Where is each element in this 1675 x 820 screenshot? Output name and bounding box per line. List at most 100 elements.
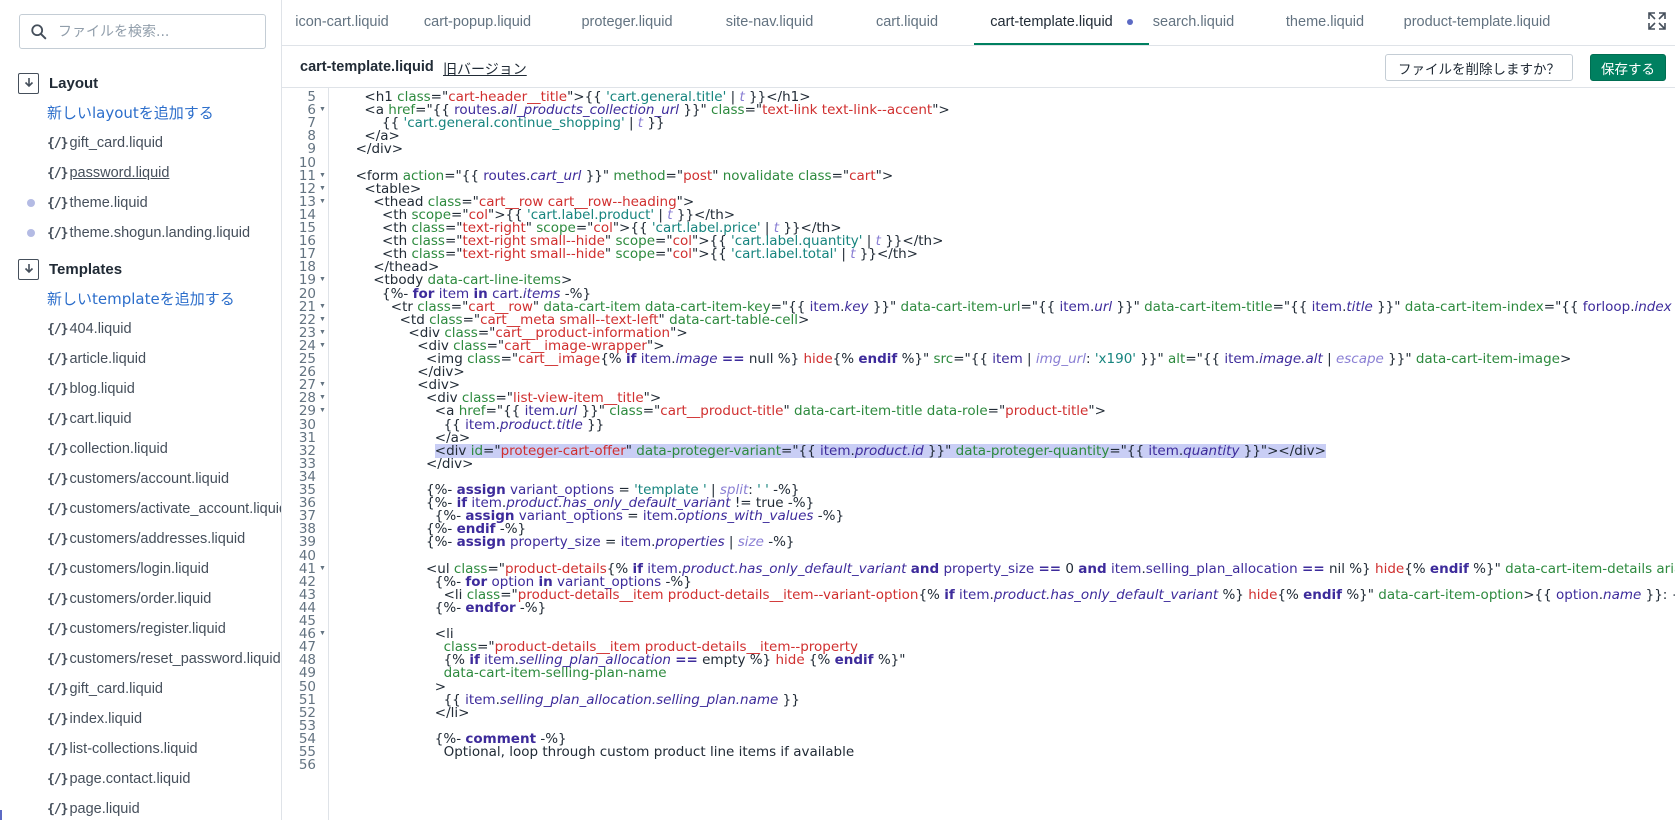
tab-icon-cart-liquid[interactable]: icon-cart.liquid <box>282 0 402 45</box>
file-item[interactable]: {/} page.contact.liquid <box>0 764 281 794</box>
fold-arrow-icon[interactable]: ▼ <box>319 195 326 209</box>
file-name: blog.liquid <box>69 381 135 397</box>
folder-templates[interactable]: Templates <box>0 254 281 284</box>
liquid-file-icon: {/} <box>47 381 69 397</box>
unsaved-dot <box>1126 19 1133 26</box>
fold-arrow-icon[interactable]: ▼ <box>319 391 326 405</box>
fold-arrow-icon[interactable]: ▼ <box>319 562 326 576</box>
liquid-file-icon: {/} <box>47 471 69 487</box>
file-tab-bar: icon-cart.liquid cart-popup.liquid protege… <box>282 0 1675 46</box>
fold-arrow-icon[interactable]: ▼ <box>319 378 326 392</box>
line-number: 56 <box>298 757 316 774</box>
file-search-input[interactable] <box>58 23 248 40</box>
fold-arrow-icon[interactable]: ▼ <box>319 182 326 196</box>
fullscreen-icon[interactable] <box>1647 11 1667 31</box>
code-area[interactable]: <h1 class="cart-header__title">{{ 'cart.… <box>330 88 1675 820</box>
code-line: data-cart-item-selling-plan-name <box>443 665 667 682</box>
tab-cart-template-liquid[interactable]: cart-template.liquid <box>974 0 1149 45</box>
file-item[interactable]: {/} collection.liquid <box>0 434 281 464</box>
code-line: {{ item.selling_plan_allocation.selling_… <box>443 691 800 708</box>
tab-product-template-liquid[interactable]: product-template.liquid <box>1387 0 1567 45</box>
save-button[interactable]: 保存する <box>1590 54 1666 81</box>
file-name: collection.liquid <box>69 441 168 457</box>
tab-cart-popup-liquid[interactable]: cart-popup.liquid <box>405 0 550 45</box>
file-item[interactable]: {/} customers/login.liquid <box>0 554 281 584</box>
edge-marker <box>0 810 2 820</box>
tab-label: cart-popup.liquid <box>423 14 532 30</box>
tab-cart-liquid[interactable]: cart.liquid <box>842 0 972 45</box>
file-name: cart.liquid <box>69 411 132 427</box>
liquid-file-icon: {/} <box>47 411 69 427</box>
file-name: article.liquid <box>69 351 147 367</box>
file-item[interactable]: {/} password.liquid <box>0 158 281 188</box>
file-item[interactable]: {/} cart.liquid <box>0 404 281 434</box>
code-line: {%- assign property_size = item.properti… <box>426 534 795 551</box>
liquid-file-icon: {/} <box>47 591 69 607</box>
file-item[interactable]: {/} page.liquid <box>0 794 281 820</box>
file-name: customers/addresses.liquid <box>69 531 246 547</box>
file-item[interactable]: {/} customers/order.liquid <box>0 584 281 614</box>
folder-layout[interactable]: Layout <box>0 68 281 98</box>
delete-file-button[interactable]: ファイルを削除しますか？ <box>1385 54 1573 81</box>
fold-arrow-icon[interactable]: ▼ <box>319 103 326 117</box>
file-item[interactable]: {/} gift_card.liquid <box>0 674 281 704</box>
liquid-file-icon: {/} <box>47 711 69 727</box>
code-line: <form action="{{ routes.cart_url }}" met… <box>355 167 894 184</box>
file-item[interactable]: {/} gift_card.liquid <box>0 128 281 158</box>
file-item[interactable]: {/} customers/addresses.liquid <box>0 524 281 554</box>
tab-label: search.liquid <box>1152 14 1235 30</box>
folder-collapse-icon <box>18 72 39 94</box>
code-line: <img class="cart__image{% if item.image … <box>426 351 1572 367</box>
fold-arrow-icon[interactable]: ▼ <box>319 339 326 353</box>
file-name: page.contact.liquid <box>69 771 191 787</box>
search-icon <box>31 23 47 39</box>
file-sidebar: Layout新しいlayoutを追加する{/}gift_card.liquid{… <box>0 0 282 820</box>
liquid-file-icon: {/} <box>47 135 69 151</box>
file-item[interactable]: {/} customers/register.liquid <box>0 614 281 644</box>
folder-title: Templates <box>49 260 123 278</box>
file-name: customers/login.liquid <box>69 561 209 577</box>
liquid-file-icon: {/} <box>47 651 69 667</box>
liquid-file-icon: {/} <box>47 225 69 241</box>
add-templates-link[interactable]: 新しいtemplateを追加する <box>0 284 281 314</box>
code-line: </li> <box>434 704 470 721</box>
liquid-file-icon: {/} <box>47 801 69 817</box>
tab-search-liquid[interactable]: search.liquid <box>1136 0 1251 45</box>
file-item[interactable]: {/} index.liquid <box>0 704 281 734</box>
fold-arrow-icon[interactable]: ▼ <box>319 273 326 287</box>
file-item[interactable]: {/} theme.liquid <box>0 188 281 218</box>
liquid-file-icon: {/} <box>47 165 69 181</box>
file-item[interactable]: {/} blog.liquid <box>0 374 281 404</box>
file-item[interactable]: {/} customers/activate_account.liquid <box>0 494 281 524</box>
tab-label: cart-template.liquid <box>990 14 1113 30</box>
old-versions-link[interactable]: 旧バージョン <box>443 59 527 79</box>
file-item[interactable]: {/} theme.shogun.landing.liquid <box>0 218 281 248</box>
liquid-file-icon: {/} <box>47 561 69 577</box>
file-item[interactable]: {/} customers/account.liquid <box>0 464 281 494</box>
file-item[interactable]: {/} 404.liquid <box>0 314 281 344</box>
liquid-file-icon: {/} <box>47 195 69 211</box>
fold-arrow-icon[interactable]: ▼ <box>319 313 326 327</box>
fold-arrow-icon[interactable]: ▼ <box>319 169 326 183</box>
liquid-file-icon: {/} <box>47 531 69 547</box>
tab-proteger-liquid[interactable]: proteger.liquid <box>567 0 687 45</box>
fold-arrow-icon[interactable]: ▼ <box>319 326 326 340</box>
file-item[interactable]: {/} customers/reset_password.liquid <box>0 644 281 674</box>
fold-arrow-icon[interactable]: ▼ <box>319 404 326 418</box>
add-layout-link[interactable]: 新しいlayoutを追加する <box>0 98 281 128</box>
code-line: <th class="text-right small--hide" scope… <box>382 246 918 263</box>
tab-site-nav-liquid[interactable]: site-nav.liquid <box>702 0 837 45</box>
file-name: password.liquid <box>69 165 170 181</box>
tab-theme-liquid[interactable]: theme.liquid <box>1267 0 1383 45</box>
file-item[interactable]: {/} list-collections.liquid <box>0 734 281 764</box>
code-editor[interactable]: 5 6 ▼ 7 8 9 10 11 ▼ 12 ▼ 13 ▼ 14 15 16 17 18 19 ▼ 20 21 ▼ 22 ▼ 23… <box>282 88 1675 820</box>
code-line: <li class="product-details__item product… <box>443 586 1675 603</box>
fold-arrow-icon[interactable]: ▼ <box>319 300 326 314</box>
file-name: gift_card.liquid <box>69 135 163 151</box>
liquid-file-icon: {/} <box>47 741 69 757</box>
file-name: customers/order.liquid <box>69 591 212 607</box>
file-search-box[interactable] <box>19 14 266 49</box>
fold-arrow-icon[interactable]: ▼ <box>319 627 326 641</box>
file-item[interactable]: {/} article.liquid <box>0 344 281 374</box>
liquid-file-icon: {/} <box>47 321 69 337</box>
